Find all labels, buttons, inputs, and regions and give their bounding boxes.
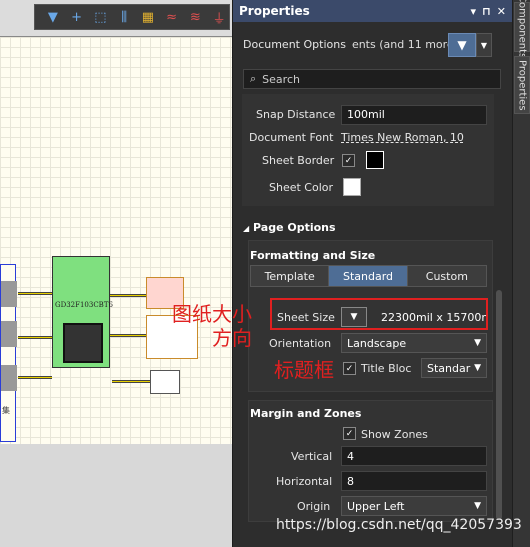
panel-menu-icon[interactable]: ▾ [470, 5, 476, 18]
canvas-background [0, 444, 232, 547]
connector-component[interactable] [150, 370, 180, 394]
side-tab-strip: Components Properties [512, 0, 530, 547]
title-block-select[interactable]: Standar ▼ [421, 358, 487, 378]
document-font-row: Document Font Times New Roman, 10 [249, 131, 464, 144]
component-icon[interactable]: ▦ [138, 7, 158, 27]
document-font-link[interactable]: Times New Roman, 10 [341, 131, 491, 144]
wire[interactable] [18, 292, 52, 295]
orientation-label: Orientation [269, 337, 332, 350]
schematic-toolbar: ▼ + ⬚ ⫼ ▦ ≈ ≋ ⏚ [34, 4, 230, 30]
close-icon[interactable]: ✕ [497, 5, 506, 18]
wire[interactable] [18, 336, 52, 339]
title-block-checkbox[interactable]: ✓ [343, 362, 356, 375]
wire[interactable] [18, 376, 52, 379]
filter-summary: ents (and 11 more) [351, 38, 458, 51]
show-zones-checkbox[interactable]: ✓ [343, 427, 356, 440]
sheet-color-row: Sheet Color [269, 178, 361, 196]
tab-components[interactable]: Components [514, 0, 530, 59]
chip-label: GD32F103CBT6 [55, 301, 113, 309]
tab-properties[interactable]: Properties [514, 56, 530, 114]
search-box[interactable]: ⌕ Search [243, 69, 501, 89]
panel-title: Properties [239, 4, 310, 18]
sheet-border-color-swatch[interactable] [366, 151, 384, 169]
page-options-header[interactable]: ◢ Page Options [243, 221, 336, 234]
sheet-color-label: Sheet Color [269, 181, 334, 194]
wire[interactable] [112, 380, 150, 383]
align-icon[interactable]: ⫼ [114, 7, 134, 27]
schematic-canvas[interactable]: ▼ + ⬚ ⫼ ▦ ≈ ≋ ⏚ 集 GD32F103CBT6 [0, 0, 232, 547]
component-label: 集 [2, 406, 10, 415]
vertical-input[interactable]: 4 [341, 446, 487, 466]
filter-icon[interactable]: ▼ [43, 7, 63, 27]
filter-button[interactable]: ▼ [448, 33, 476, 57]
margin-zones-title: Margin and Zones [250, 407, 362, 420]
document-options-row: Document Options ents (and 11 more) [243, 38, 458, 51]
wire[interactable] [110, 294, 146, 297]
filter-dropdown-button[interactable]: ▼ [476, 33, 492, 57]
select-rectangle-icon[interactable]: ⬚ [91, 7, 111, 27]
snap-distance-input[interactable]: 100mil [341, 104, 487, 125]
pin-icon[interactable]: ⊓ [482, 5, 491, 18]
chip-image [63, 323, 103, 363]
collapse-arrow-icon: ◢ [243, 224, 250, 233]
title-block-label: Title Bloc [361, 362, 412, 375]
sheet-border-row: Sheet Border ✓ [262, 151, 384, 169]
vertical-label: Vertical [291, 450, 333, 463]
tab-template[interactable]: Template [251, 266, 330, 286]
origin-select[interactable]: Upper Left ▼ [341, 496, 487, 516]
chevron-down-icon: ▼ [474, 363, 481, 373]
document-font-label: Document Font [249, 131, 334, 144]
tab-custom[interactable]: Custom [407, 266, 487, 286]
panel-header: Properties ▾ ⊓ ✕ [233, 0, 512, 22]
origin-value: Upper Left [347, 499, 405, 513]
snap-distance-row: Snap Distance 100mil [256, 104, 488, 125]
search-placeholder: Search [262, 72, 300, 86]
tab-standard[interactable]: Standard [329, 266, 408, 286]
component-part [1, 321, 17, 347]
component-part [1, 365, 17, 391]
mcu-chip[interactable]: GD32F103CBT6 [52, 256, 113, 368]
wire-icon[interactable]: ≈ [162, 7, 182, 27]
horizontal-input[interactable]: 8 [341, 471, 487, 491]
watermark: https://blog.csdn.net/qq_42057393 [276, 517, 522, 533]
title-block-value: Standar [427, 361, 471, 375]
sheet-size-highlight [270, 298, 488, 330]
orientation-row: Orientation [269, 337, 331, 350]
title-block-annotation: 标题框 [274, 358, 334, 382]
formatting-title: Formatting and Size [250, 249, 376, 262]
component-part [1, 281, 17, 307]
page-format-tabs: Template Standard Custom [250, 265, 487, 287]
crosshair-icon[interactable]: + [67, 7, 87, 27]
orientation-annotation: 方向 [212, 326, 252, 350]
horizontal-label: Horizontal [276, 475, 333, 488]
ground-icon[interactable]: ⏚ [209, 7, 229, 27]
panel-scrollbar[interactable] [496, 290, 502, 520]
left-component-block[interactable]: 集 [0, 264, 17, 442]
sheet-border-checkbox[interactable]: ✓ [342, 154, 355, 167]
chevron-down-icon: ▼ [474, 501, 481, 511]
chevron-down-icon: ▼ [474, 338, 481, 348]
orientation-value: Landscape [347, 336, 407, 350]
sheet-color-swatch[interactable] [343, 178, 361, 196]
page-options-title: Page Options [253, 221, 336, 234]
bus-icon[interactable]: ≋ [186, 7, 206, 27]
wire[interactable] [110, 334, 146, 337]
origin-label: Origin [297, 500, 331, 513]
show-zones-label: Show Zones [361, 428, 428, 441]
sheet-border-label: Sheet Border [262, 154, 335, 167]
document-options-label: Document Options [243, 38, 346, 51]
snap-distance-label: Snap Distance [256, 108, 336, 121]
search-icon: ⌕ [250, 72, 257, 85]
orientation-select[interactable]: Landscape ▼ [341, 333, 487, 353]
